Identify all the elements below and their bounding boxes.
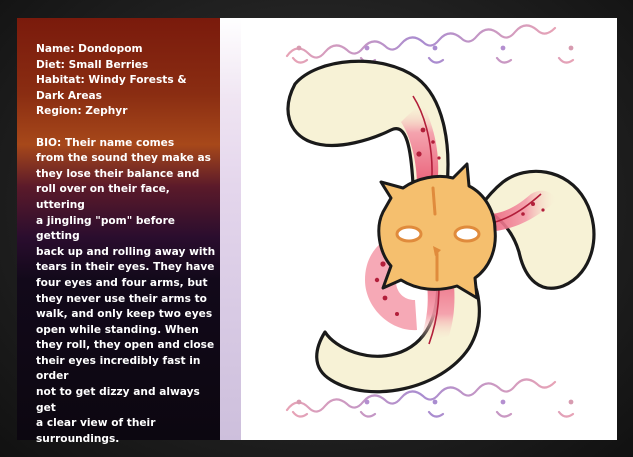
art-panel	[241, 18, 617, 440]
habitat-line-2: Dark Areas	[36, 89, 102, 102]
bio-line: they roll, they open and close	[36, 339, 215, 352]
habitat-line-1: Habitat: Windy Forests &	[36, 74, 187, 87]
bio-line: not to get dizzy and always get	[36, 386, 200, 414]
bio-line: back up and rolling away with	[36, 245, 216, 258]
bio-line: BIO: Their name comes	[36, 136, 175, 149]
divider-stripe	[220, 18, 241, 440]
bio-line: surroundings.	[36, 432, 120, 445]
top-ornament	[285, 24, 575, 64]
diet-line: Diet: Small Berries	[36, 58, 149, 71]
bio-line: walk, and only keep two eyes	[36, 308, 213, 321]
bio-line: their eyes incredibly fast in order	[36, 354, 201, 383]
bio-line: from the sound they make as	[36, 152, 211, 165]
creature-arm-top	[286, 59, 450, 191]
bio-text: Name: Dondopom Diet: Small Berries Habit…	[36, 42, 216, 447]
bottom-ornament	[285, 378, 575, 418]
bio-panel: Name: Dondopom Diet: Small Berries Habit…	[17, 18, 220, 445]
creature-body	[377, 162, 497, 300]
bio-line: they never use their arms to	[36, 292, 207, 305]
name-line: Name: Dondopom	[36, 43, 143, 55]
bio-line: open while standing. When	[36, 323, 199, 336]
bio-line: four eyes and four arms, but	[36, 276, 208, 289]
bio-line: they lose their balance and	[36, 167, 200, 180]
bio-line: a jingling "pom" before getting	[36, 214, 175, 243]
bio-line: a clear view of their	[36, 417, 156, 430]
creature-illustration	[285, 24, 596, 418]
bio-line: tears in their eyes. They have	[36, 261, 215, 274]
region-line: Region: Zephyr	[36, 105, 128, 118]
creature-card: Name: Dondopom Diet: Small Berries Habit…	[17, 18, 617, 445]
bio-line: roll over on their face, uttering	[36, 183, 170, 211]
